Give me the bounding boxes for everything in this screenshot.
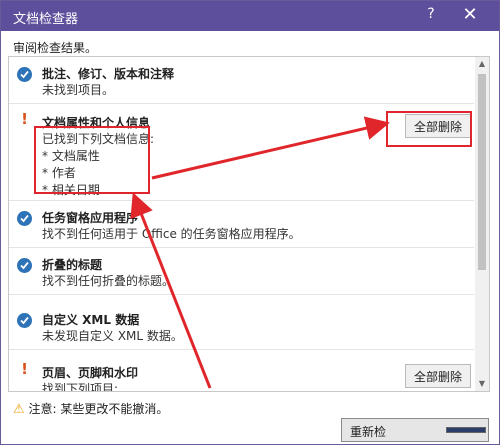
scroll-up-arrow-icon[interactable]: ▲ [475,57,489,71]
result-item-comments: 批注、修订、版本和注释 未找到项目。 [9,57,474,104]
remove-all-button[interactable]: 全部删除 [405,364,471,388]
warning-exclamation-icon: ! [21,360,28,378]
remove-all-button[interactable]: 全部删除 [405,114,471,138]
item-description: 找不到任何适用于 Office 的任务窗格应用程序。 [42,227,301,241]
item-description: 未找到项目。 [42,83,115,97]
footer-note: ⚠ 注意: 某些更改不能撤消。 [13,400,168,417]
title-bar: 文档检查器 ? ✕ [1,1,499,31]
item-description: 未发现自定义 XML 数据。 [42,329,183,343]
checkmark-icon [17,258,32,273]
scroll-down-arrow-icon[interactable]: ▼ [475,377,489,391]
results-list[interactable]: 批注、修订、版本和注释 未找到项目。 ! 文档属性和个人信息 已找到下列文档信息… [8,56,490,392]
window-title: 文档检查器 [13,12,79,27]
result-item-collapsed-headings: 折叠的标题 找不到任何折叠的标题。 [9,248,474,295]
item-title: 任务窗格应用程序 [42,211,139,225]
vertical-scrollbar[interactable]: ▲ ▼ [475,57,489,391]
result-item-document-properties: ! 文档属性和个人信息 已找到下列文档信息: * 文档属性 * 作者 * 相关日… [9,104,474,201]
item-description-line: * 相关日期 [42,183,100,197]
item-description: 找到下列项目: [42,382,119,392]
checkmark-icon [17,313,32,328]
checkmark-icon [17,211,32,226]
document-inspector-dialog: 文档检查器 ? ✕ 审阅检查结果。 批注、修订、版本和注释 未找到项目。 ! 文… [0,0,500,445]
close-button[interactable]: ✕ [459,4,481,25]
result-item-custom-xml: 自定义 XML 数据 未发现自定义 XML 数据。 [9,295,474,350]
recheck-button[interactable]: 重新检 [341,418,489,442]
scroll-thumb[interactable] [478,74,486,270]
result-item-headers-footers: ! 页眉、页脚和水印 找到下列项目: 全部删除 [9,350,474,392]
results-subtitle: 审阅检查结果。 [13,41,98,55]
item-description-line: * 文档属性 [42,149,100,163]
item-title: 折叠的标题 [42,258,103,272]
item-title: 批注、修订、版本和注释 [42,67,175,81]
item-description: 找不到任何折叠的标题。 [42,274,175,288]
result-item-task-pane-apps: 任务窗格应用程序 找不到任何适用于 Office 的任务窗格应用程序。 [9,201,474,248]
help-button[interactable]: ? [421,6,441,22]
recheck-progress-bar [446,427,486,433]
item-description-line: 已找到下列文档信息: [42,132,155,146]
footer-note-text: 注意: 某些更改不能撤消。 [28,402,169,416]
item-title: 文档属性和个人信息 [42,116,151,130]
item-title: 页眉、页脚和水印 [42,366,139,380]
checkmark-icon [17,67,32,82]
warning-exclamation-icon: ! [21,110,28,128]
recheck-button-label: 重新检 [350,425,387,439]
item-title: 自定义 XML 数据 [42,313,140,327]
warning-triangle-icon: ⚠ [13,402,25,417]
item-description-line: * 作者 [42,166,76,180]
